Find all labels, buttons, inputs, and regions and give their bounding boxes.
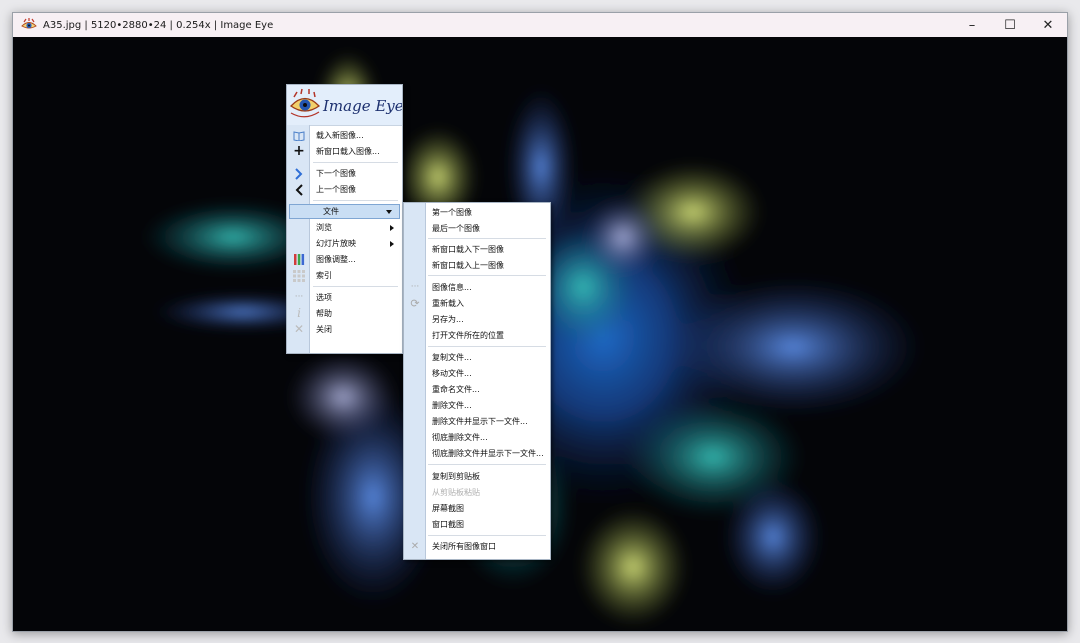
maximize-button[interactable]: ☐ [991, 13, 1029, 37]
eye-logo-icon: Image Eye [290, 88, 404, 118]
submenu-item-save-as[interactable]: 另存为... [404, 312, 550, 327]
submenu-item-delete-file[interactable]: 删除文件... [404, 398, 550, 413]
menu-item-previous-image[interactable]: 上一个图像 [287, 182, 402, 197]
more-icon: ··· [294, 292, 304, 302]
menu-item-close[interactable]: ✕ 关闭 [287, 322, 402, 337]
chevron-down-icon [386, 210, 392, 214]
submenu-arrow-icon [390, 241, 394, 247]
menu-item-file[interactable]: 文件 [289, 204, 400, 219]
submenu-item-reload[interactable]: ⟳ 重新载入 [404, 296, 550, 311]
submenu-arrow-icon [390, 225, 394, 231]
menu-item-help[interactable]: i 帮助 [287, 306, 402, 321]
logo-text: Image Eye [322, 97, 402, 115]
submenu-item-first-image[interactable]: 第一个图像 [404, 205, 550, 220]
menu-separator [428, 464, 546, 465]
main-context-menu: Image Eye 载入新图像... + 新窗口载入图像... 下一个图像 上一… [286, 84, 404, 354]
image-eye-app-icon [21, 18, 37, 29]
menu-separator [313, 286, 398, 287]
close-all-icon: ✕ [410, 541, 420, 552]
menu-separator [313, 200, 398, 201]
menu-item-browse[interactable]: 浏览 [287, 220, 402, 235]
submenu-item-copy-file[interactable]: 复制文件... [404, 350, 550, 365]
menu-item-slideshow[interactable]: 幻灯片放映 [287, 236, 402, 251]
menu-separator [428, 535, 546, 536]
chevron-right-icon [289, 166, 309, 181]
image-eye-banner: Image Eye [287, 85, 404, 126]
submenu-item-last-image[interactable]: 最后一个图像 [404, 221, 550, 236]
reload-icon: ⟳ [410, 297, 420, 310]
menu-item-index[interactable]: 索引 [287, 268, 402, 283]
menu-item-load-in-new-window[interactable]: + 新窗口载入图像... [287, 144, 402, 159]
minimize-button[interactable]: – [953, 13, 991, 37]
window-title: A35.jpg | 5120•2880•24 | 0.254x | Image … [43, 19, 274, 31]
book-icon [289, 128, 309, 143]
submenu-item-open-file-location[interactable]: 打开文件所在的位置 [404, 328, 550, 343]
close-window-button[interactable]: ✕ [1029, 13, 1067, 37]
menu-item-load-new-image[interactable]: 载入新图像... [287, 128, 402, 143]
submenu-item-rename-file[interactable]: 重命名文件... [404, 382, 550, 397]
submenu-item-new-window-previous[interactable]: 新窗口载入上一图像 [404, 258, 550, 273]
submenu-item-permanently-delete[interactable]: 彻底删除文件... [404, 430, 550, 445]
menu-item-image-adjust[interactable]: 图像调整... [287, 252, 402, 267]
menu-item-options[interactable]: ··· 选项 [287, 290, 402, 305]
menu-separator [428, 346, 546, 347]
menu-separator [313, 162, 398, 163]
submenu-item-move-file[interactable]: 移动文件... [404, 366, 550, 381]
submenu-item-copy-to-clipboard[interactable]: 复制到剪贴板 [404, 469, 550, 484]
more-icon: ··· [410, 282, 420, 292]
plus-icon: + [293, 143, 305, 159]
submenu-item-new-window-next[interactable]: 新窗口载入下一图像 [404, 242, 550, 257]
submenu-item-window-capture[interactable]: 窗口截图 [404, 517, 550, 532]
grid-icon [289, 268, 309, 283]
menu-separator [428, 238, 546, 239]
submenu-item-close-all-windows[interactable]: ✕ 关闭所有图像窗口 [404, 539, 550, 554]
color-bars-icon [289, 252, 309, 267]
title-bar[interactable]: A35.jpg | 5120•2880•24 | 0.254x | Image … [13, 13, 1067, 38]
submenu-item-screen-capture[interactable]: 屏幕截图 [404, 501, 550, 516]
submenu-item-image-info[interactable]: ··· 图像信息... [404, 280, 550, 295]
file-submenu: 第一个图像 最后一个图像 新窗口载入下一图像 新窗口载入上一图像 ··· 图像信… [403, 202, 551, 560]
info-icon: i [297, 306, 301, 320]
menu-item-next-image[interactable]: 下一个图像 [287, 166, 402, 181]
submenu-item-paste-from-clipboard: 从剪贴板粘贴 [432, 488, 480, 497]
window-controls: – ☐ ✕ [953, 13, 1067, 37]
close-icon: ✕ [293, 322, 305, 336]
submenu-item-delete-and-next[interactable]: 删除文件并显示下一文件... [404, 414, 550, 429]
submenu-item-permanently-delete-and-next[interactable]: 彻底删除文件并显示下一文件... [404, 446, 550, 461]
menu-separator [428, 275, 546, 276]
chevron-left-icon [289, 182, 309, 197]
